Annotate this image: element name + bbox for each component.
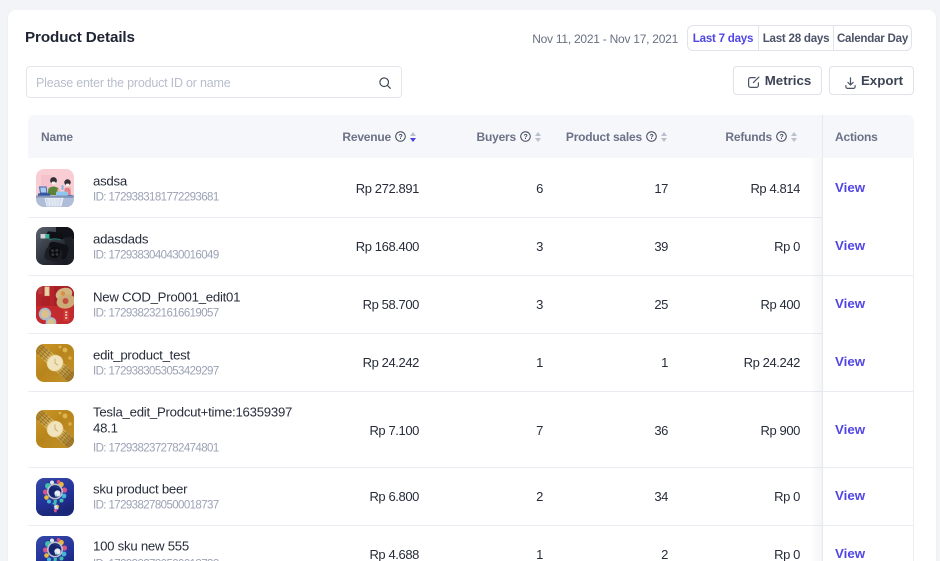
svg-text:?: ?	[779, 134, 783, 141]
svg-text:?: ?	[398, 134, 402, 141]
svg-text:?: ?	[523, 134, 527, 141]
svg-text:?: ?	[649, 134, 653, 141]
